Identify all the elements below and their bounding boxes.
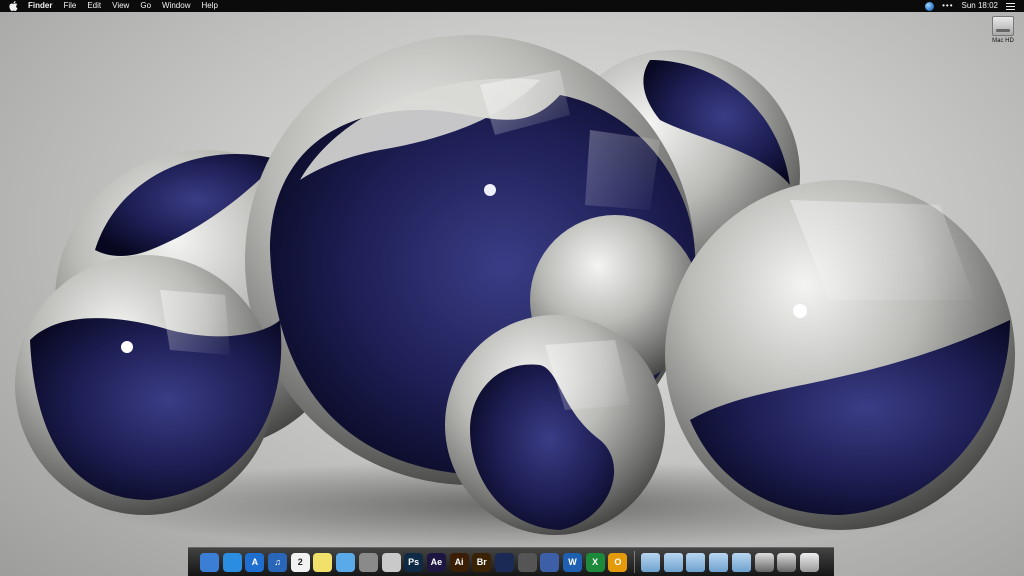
dock-glyph: ♫ bbox=[274, 557, 281, 567]
folder-icon[interactable] bbox=[641, 552, 661, 572]
photoshop-icon[interactable]: Ps bbox=[404, 552, 424, 572]
finder-icon[interactable] bbox=[200, 552, 219, 572]
dock-glyph: Ai bbox=[454, 557, 464, 567]
menu-help[interactable]: Help bbox=[201, 0, 217, 12]
hard-drive-icon bbox=[992, 16, 1014, 36]
apple-logo-icon[interactable] bbox=[9, 1, 18, 11]
dock-glyph: A bbox=[251, 557, 259, 567]
folder-icon[interactable] bbox=[663, 552, 683, 572]
dock: A ♫ 2 Ps Ae Ai Br W X O bbox=[188, 547, 834, 576]
word-icon[interactable]: W bbox=[563, 552, 582, 572]
after-effects-icon[interactable]: Ae bbox=[426, 552, 446, 572]
app-store-icon[interactable]: A bbox=[245, 552, 265, 572]
dock-separator bbox=[634, 551, 636, 573]
folder-icon[interactable] bbox=[686, 552, 706, 572]
calendar-icon[interactable]: 2 bbox=[290, 552, 310, 572]
desktop-wallpaper bbox=[15, 35, 1015, 550]
dock-glyph: O bbox=[614, 557, 622, 567]
safari-compass-icon[interactable] bbox=[222, 552, 242, 572]
menu-bar: Finder File Edit View Go Window Help •••… bbox=[0, 0, 1024, 12]
final-cut-icon[interactable] bbox=[517, 552, 537, 572]
menu-view[interactable]: View bbox=[112, 0, 129, 12]
itunes-icon[interactable]: ♫ bbox=[268, 552, 288, 572]
menu-file[interactable]: File bbox=[63, 0, 76, 12]
outlook-icon[interactable]: O bbox=[608, 552, 628, 572]
folder-icon[interactable] bbox=[709, 552, 729, 572]
messages-bubble-icon[interactable] bbox=[336, 552, 356, 572]
menu-window[interactable]: Window bbox=[162, 0, 190, 12]
excel-icon[interactable]: X bbox=[585, 552, 605, 572]
scanner-icon[interactable] bbox=[754, 552, 774, 572]
dock-glyph: Br bbox=[476, 557, 487, 567]
stickies-icon[interactable] bbox=[313, 552, 333, 572]
utility-icon[interactable] bbox=[358, 552, 378, 572]
folder-icon[interactable] bbox=[731, 552, 751, 572]
cinema-4d-icon[interactable] bbox=[494, 552, 514, 572]
menu-finder[interactable]: Finder bbox=[28, 0, 52, 12]
extras-menu[interactable]: ••• bbox=[942, 0, 953, 12]
dock-glyph: Ps bbox=[408, 557, 420, 567]
illustrator-icon[interactable]: Ai bbox=[449, 552, 469, 572]
bridge-icon[interactable]: Br bbox=[472, 552, 492, 572]
menubar-clock[interactable]: Sun 18:02 bbox=[962, 0, 998, 12]
menu-go[interactable]: Go bbox=[140, 0, 151, 12]
sphere-right bbox=[665, 180, 1015, 530]
trash-icon[interactable] bbox=[799, 552, 819, 572]
dock-glyph: Ae bbox=[430, 557, 443, 567]
desktop-icon-label: Mac HD bbox=[992, 38, 1014, 44]
menu-edit[interactable]: Edit bbox=[87, 0, 101, 12]
sphere-front-small bbox=[445, 315, 665, 535]
dock-glyph: X bbox=[592, 557, 599, 567]
dock-glyph: 2 bbox=[297, 557, 303, 567]
desktop-icon-mac-hd[interactable]: Mac HD bbox=[988, 16, 1018, 44]
status-area: ••• Sun 18:02 bbox=[925, 0, 1024, 12]
movie-clapper-icon[interactable] bbox=[540, 552, 560, 572]
printer-icon[interactable] bbox=[777, 552, 797, 572]
list-menu-icon[interactable] bbox=[1006, 2, 1015, 10]
globe-status-icon[interactable] bbox=[925, 1, 935, 11]
image-capture-icon[interactable] bbox=[381, 552, 401, 572]
dock-glyph: W bbox=[568, 557, 577, 567]
